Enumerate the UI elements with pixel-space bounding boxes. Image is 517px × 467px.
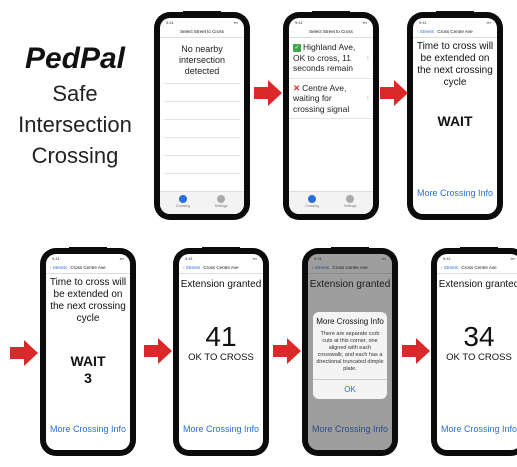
phone-notch [436,11,474,18]
extension-granted-label: Extension granted [180,279,262,290]
settings-tab-icon [217,195,225,203]
alert-body: There are separate curb cuts at this cor… [316,330,384,372]
tab-settings[interactable]: Settings [335,195,365,208]
arrow-right-icon [144,338,172,364]
tab-crossing[interactable]: Crossing [168,195,198,208]
arrow-right-icon [402,338,430,364]
status-bar: 9:41 ▪▪▪ [52,256,124,261]
extension-message: Time to cross will be extended on the ne… [416,41,494,88]
app-title: PedPal [24,42,126,75]
arrow-right-icon [10,340,38,366]
status-bar: 9:41 ▪▪▪ [419,20,491,25]
tab-bar: Crossing Settings [160,191,244,214]
alert-title: More Crossing Info [316,317,384,326]
extension-granted-label: Extension granted [438,279,517,290]
nav-title: Cross Centre Ave [203,265,239,270]
nav-title: Select Street to Cross [160,27,244,38]
nav-bar: ‹ Streets Cross Centre Ave [46,263,130,274]
nav-title: Cross Centre Ave [70,265,106,270]
wait-status: WAIT [70,353,106,369]
crossing-countdown: 34 [463,321,495,352]
crossing-tab-icon [179,195,187,203]
back-button[interactable]: ‹ Streets [50,263,67,273]
extension-message: Time to cross will be extended on the ne… [49,277,127,324]
chevron-right-icon: › [366,93,369,103]
subtitle-line-1: Safe [52,81,98,106]
crossing-info-alert: More Crossing Info There are separate cu… [313,312,387,399]
more-crossing-info-link[interactable]: More Crossing Info [413,188,497,198]
phone-screen-2: 9:41 ▪▪▪ Select Street to Cross ✓ Highland… [283,11,379,220]
phone-notch [331,247,369,254]
status-bar: 9:41 ▪▪▪ [185,256,257,261]
phone-notch [183,11,221,18]
settings-tab-icon [346,195,354,203]
phone-notch [202,247,240,254]
ok-to-cross-label: OK TO CROSS [446,352,512,363]
back-button[interactable]: ‹ Streets [183,263,200,273]
phone-notch [69,247,107,254]
phone-screen-3: 9:41 ▪▪▪ ‹ Streets Cross Centre Ave Time … [407,11,503,220]
tab-settings[interactable]: Settings [206,195,236,208]
phone-screen-6: 9:41 ▪▪▪ ‹ Streets Cross Centre Ave Exten… [302,247,398,456]
phone-screen-1: 9:41 ▪▪▪ Select Street to Cross No nearby… [154,11,250,220]
nav-bar: ‹ Streets Cross Centre Ave [437,263,517,274]
nav-title: Cross Centre Ave [461,265,497,270]
crossing-tab-icon [308,195,316,203]
status-bar: 9:41 ▪▪▪ [443,256,515,261]
wait-countdown: 3 [84,370,92,386]
status-bar: 9:41 ▪▪▪ [295,20,367,25]
tab-bar: Crossing Settings [289,191,373,214]
tab-crossing[interactable]: Crossing [297,195,327,208]
phone-screen-5: 9:41 ▪▪▪ ‹ Streets Cross Centre Ave Exten… [173,247,269,456]
status-bar: 9:41 ▪▪▪ [166,20,238,25]
alert-ok-button[interactable]: OK [313,378,387,399]
chevron-right-icon: › [366,52,369,62]
brand-block: PedPal Safe Intersection Crossing [0,42,150,169]
back-button[interactable]: ‹ Streets [441,263,458,273]
nav-title: Select Street to Cross [289,27,373,38]
x-icon: ✕ [293,82,301,93]
arrow-right-icon [254,80,282,106]
street-item-highland[interactable]: ✓ Highland Ave, OK to cross, 11 seconds r… [289,38,373,79]
crossing-countdown: 41 [205,321,237,352]
no-intersection-message: No nearby intersection detected [178,44,226,76]
wait-status: WAIT [437,113,473,129]
phone-notch [312,11,350,18]
more-crossing-info-link[interactable]: More Crossing Info [179,424,263,434]
ok-to-cross-label: OK TO CROSS [188,352,254,363]
arrow-right-icon [273,338,301,364]
street-item-centre[interactable]: ✕ Centre Ave, waiting for crossing signal… [289,79,373,119]
back-button[interactable]: ‹ Streets [417,27,434,37]
nav-title: Cross Centre Ave [437,29,473,34]
more-crossing-info-link[interactable]: More Crossing Info [46,424,130,434]
phone-notch [460,247,498,254]
nav-bar: ‹ Streets Cross Centre Ave [179,263,263,274]
phone-screen-7: 9:41 ▪▪▪ ‹ Streets Cross Centre Ave Exten… [431,247,517,456]
more-crossing-info-link[interactable]: More Crossing Info [437,424,517,434]
empty-list [160,83,244,174]
check-icon: ✓ [293,43,301,52]
arrow-right-icon [380,80,408,106]
subtitle-line-3: Crossing [31,143,119,168]
nav-bar: ‹ Streets Cross Centre Ave [413,27,497,38]
subtitle-line-2: Intersection [18,112,132,137]
phone-screen-4: 9:41 ▪▪▪ ‹ Streets Cross Centre Ave Time … [40,247,136,456]
